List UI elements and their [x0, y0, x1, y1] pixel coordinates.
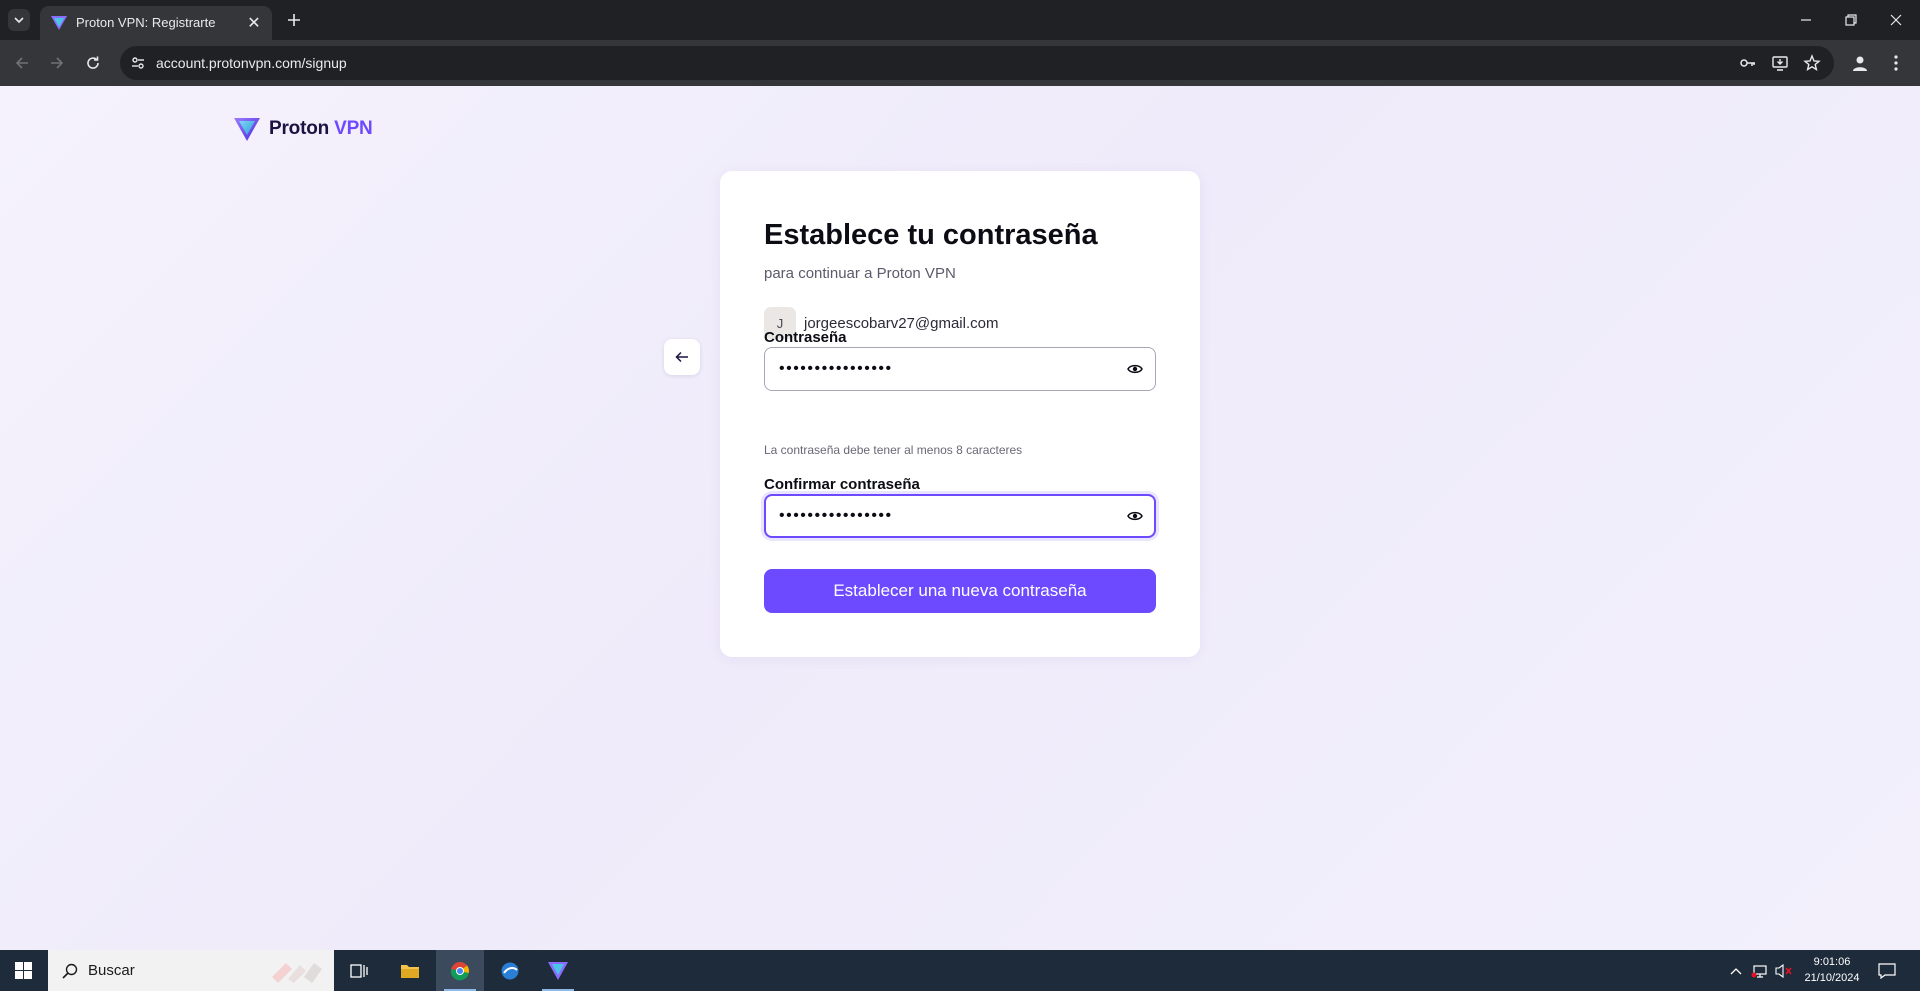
- confirm-password-label: Confirmar contraseña: [764, 476, 920, 493]
- notifications-icon[interactable]: [1877, 961, 1897, 981]
- chevron-down-icon: [14, 17, 24, 24]
- search-highlight-illustration-icon: [272, 963, 322, 983]
- password-hint: La contraseña debe tener al menos 8 cara…: [764, 443, 1023, 457]
- password-field[interactable]: ••••••••••••••••: [764, 347, 1156, 391]
- task-view-icon: [350, 963, 368, 978]
- windows-logo-icon: [14, 962, 32, 979]
- proton-vpn-icon: [548, 961, 568, 980]
- confirm-password-field[interactable]: ••••••••••••••••: [764, 494, 1156, 538]
- taskbar-search-placeholder: Buscar: [88, 962, 135, 979]
- minimize-button[interactable]: [1786, 4, 1826, 36]
- browser-toolbar: account.protonvpn.com/signup: [0, 40, 1920, 86]
- back-nav-button[interactable]: [10, 51, 34, 75]
- password-form-card: Establece tu contraseña para continuar a…: [720, 171, 1200, 657]
- arrow-right-icon: [51, 57, 64, 69]
- address-bar[interactable]: account.protonvpn.com/signup: [120, 46, 1834, 80]
- windows-taskbar: Buscar 9:01:06 21/10/2024: [0, 950, 1920, 991]
- clock-time: 9:01:06: [1813, 956, 1851, 968]
- show-confirm-password-eye-icon[interactable]: [1125, 506, 1145, 526]
- proton-vpn-favicon-icon: [51, 16, 67, 30]
- minimize-icon: [1801, 19, 1811, 21]
- page-subtitle: para continuar a Proton VPN: [764, 265, 956, 282]
- restore-button[interactable]: [1831, 4, 1871, 36]
- proton-vpn-taskbar-button[interactable]: [534, 950, 582, 991]
- reload-button[interactable]: [81, 51, 105, 75]
- proton-vpn-logo[interactable]: Proton VPN: [233, 116, 373, 142]
- tab-close-icon[interactable]: ✕: [244, 13, 264, 33]
- chrome-icon: [450, 961, 469, 980]
- browser-tab-active[interactable]: Proton VPN: Registrarte ✕: [40, 6, 272, 40]
- restore-icon: [1845, 14, 1857, 26]
- install-app-icon[interactable]: [1770, 53, 1790, 73]
- show-hidden-icons-chevron-up-icon[interactable]: [1726, 961, 1746, 981]
- profile-icon: [1853, 56, 1867, 71]
- logo-product-text: VPN: [334, 118, 373, 139]
- arrow-left-icon: [15, 57, 28, 69]
- browser-titlebar: Proton VPN: Registrarte ✕: [0, 0, 1920, 40]
- back-button[interactable]: [664, 339, 700, 375]
- plus-icon: [288, 14, 300, 26]
- reload-icon: [87, 56, 99, 69]
- start-button[interactable]: [0, 950, 46, 991]
- task-view-button[interactable]: [335, 950, 383, 991]
- folder-icon: [401, 964, 419, 978]
- clock-date: 21/10/2024: [1804, 972, 1860, 984]
- close-window-button[interactable]: [1876, 4, 1916, 36]
- password-label: Contraseña: [764, 329, 847, 346]
- password-key-icon[interactable]: [1738, 53, 1758, 73]
- logo-brand-text: Proton: [269, 118, 330, 139]
- bookmark-star-icon[interactable]: [1802, 53, 1822, 73]
- close-icon: [1890, 14, 1902, 26]
- more-vertical-icon: [1894, 55, 1898, 71]
- search-icon: [60, 961, 80, 981]
- set-password-button[interactable]: Establecer una nueva contraseña: [764, 569, 1156, 613]
- show-password-eye-icon[interactable]: [1125, 359, 1145, 379]
- proton-vpn-logo-icon: [234, 118, 260, 141]
- tune-icon: [132, 57, 144, 69]
- confirm-password-input-value[interactable]: ••••••••••••••••: [779, 496, 893, 536]
- site-info-button[interactable]: [128, 53, 148, 73]
- profile-button[interactable]: [1848, 51, 1872, 75]
- page-body: Proton VPN Establece tu contraseña para …: [0, 86, 1920, 950]
- taskbar-search-box[interactable]: Buscar: [48, 950, 334, 991]
- browser-menu-button[interactable]: [1884, 51, 1908, 75]
- forward-nav-button[interactable]: [45, 51, 69, 75]
- new-tab-button[interactable]: [282, 8, 306, 32]
- file-explorer-button[interactable]: [386, 950, 434, 991]
- chrome-taskbar-button[interactable]: [436, 950, 484, 991]
- logo-wordmark: Proton VPN: [269, 118, 373, 140]
- volume-muted-icon[interactable]: [1774, 961, 1794, 981]
- system-clock[interactable]: 9:01:06 21/10/2024: [1796, 954, 1868, 986]
- password-input-value[interactable]: ••••••••••••••••: [779, 348, 893, 390]
- blue-sphere-app-icon: [501, 962, 519, 979]
- url-text[interactable]: account.protonvpn.com/signup: [156, 55, 347, 71]
- page-title: Establece tu contraseña: [764, 219, 1098, 251]
- network-icon[interactable]: [1750, 961, 1770, 981]
- app-taskbar-button[interactable]: [486, 950, 534, 991]
- tab-title: Proton VPN: Registrarte: [76, 15, 216, 30]
- tab-search-button[interactable]: [8, 9, 30, 31]
- arrow-left-icon: [675, 351, 688, 363]
